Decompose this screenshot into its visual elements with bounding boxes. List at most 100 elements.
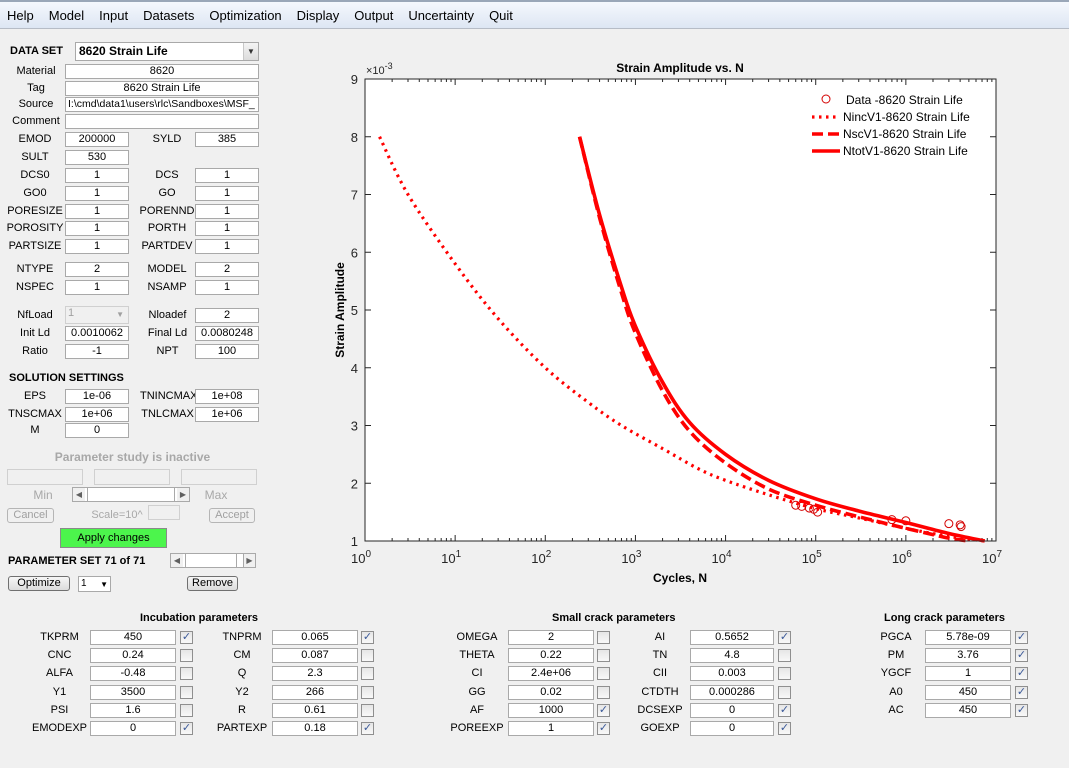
inc-check-cnc[interactable] [180, 649, 193, 662]
small-crack-title: Small crack parameters [552, 612, 676, 624]
y-tick-label: 7 [351, 188, 358, 203]
sc-field-gg[interactable]: 0.02 [508, 685, 594, 700]
y-tick-label: 3 [351, 419, 358, 434]
lc-label-ac: AC [888, 704, 904, 716]
inc-check-tkprm[interactable]: ✓ [180, 631, 193, 644]
inc-label-emodexp: EMODEXP [32, 722, 88, 734]
sc-check-theta[interactable] [597, 649, 610, 662]
sc-field-cii[interactable]: 0.003 [690, 666, 774, 681]
inc-label-cm: CM [233, 649, 251, 661]
lc-field-a0[interactable]: 450 [925, 685, 1011, 700]
inc-label-y2: Y2 [235, 686, 249, 698]
inc-field-alfa[interactable]: -0.48 [90, 666, 176, 681]
sc-check-ci[interactable] [597, 667, 610, 680]
sc-field-dcsexp[interactable]: 0 [690, 703, 774, 718]
sc-field-omega[interactable]: 2 [508, 630, 594, 645]
inc-label-tkprm: TKPRM [40, 631, 79, 643]
sc-check-poreexp[interactable]: ✓ [597, 722, 610, 735]
lc-field-pm[interactable]: 3.76 [925, 648, 1011, 663]
y-tick-label: 1 [351, 534, 358, 549]
inc-check-r[interactable] [361, 704, 374, 717]
inc-check-y2[interactable] [361, 686, 374, 699]
y-tick-label: 2 [351, 476, 358, 491]
lc-label-ygcf: YGCF [880, 667, 912, 679]
inc-field-partexp[interactable]: 0.18 [272, 721, 358, 736]
sc-field-af[interactable]: 1000 [508, 703, 594, 718]
inc-label-alfa: ALFA [46, 667, 73, 679]
x-tick-label: 104 [712, 549, 732, 566]
inc-field-y2[interactable]: 266 [272, 685, 358, 700]
inc-check-q[interactable] [361, 667, 374, 680]
sc-field-tn[interactable]: 4.8 [690, 648, 774, 663]
y-multiplier: ×10-3 [366, 61, 393, 77]
lc-label-a0: A0 [889, 686, 903, 698]
sc-check-tn[interactable] [778, 649, 791, 662]
sc-check-ctdth[interactable] [778, 686, 791, 699]
sc-check-dcsexp[interactable]: ✓ [778, 704, 791, 717]
inc-field-q[interactable]: 2.3 [272, 666, 358, 681]
inc-field-emodexp[interactable]: 0 [90, 721, 176, 736]
incubation-title: Incubation parameters [140, 612, 258, 624]
legend-label: NtotV1-8620 Strain Life [843, 144, 968, 158]
sc-label-poreexp: POREEXP [450, 722, 504, 734]
sc-check-gg[interactable] [597, 686, 610, 699]
x-tick-label: 100 [351, 549, 371, 566]
x-tick-label: 107 [982, 549, 1002, 566]
sc-check-ai[interactable]: ✓ [778, 631, 791, 644]
x-tick-label: 105 [802, 549, 822, 566]
inc-label-y1: Y1 [52, 686, 67, 698]
lc-field-ac[interactable]: 450 [925, 703, 1011, 718]
sc-field-theta[interactable]: 0.22 [508, 648, 594, 663]
sc-label-ci: CI [471, 667, 483, 679]
sc-label-ctdth: CTDTH [641, 686, 679, 698]
inc-check-y1[interactable] [180, 686, 193, 699]
inc-label-tnprm: TNPRM [222, 631, 262, 643]
sc-check-goexp[interactable]: ✓ [778, 722, 791, 735]
lc-check-pm[interactable]: ✓ [1015, 649, 1028, 662]
sc-check-cii[interactable] [778, 667, 791, 680]
inc-check-psi[interactable] [180, 704, 193, 717]
inc-field-y1[interactable]: 3500 [90, 685, 176, 700]
sc-check-af[interactable]: ✓ [597, 704, 610, 717]
inc-field-cnc[interactable]: 0.24 [90, 648, 176, 663]
y-tick-label: 4 [351, 361, 358, 376]
lc-field-pgca[interactable]: 5.78e-09 [925, 630, 1011, 645]
lc-check-ygcf[interactable]: ✓ [1015, 667, 1028, 680]
inc-field-psi[interactable]: 1.6 [90, 703, 176, 718]
lc-field-ygcf[interactable]: 1 [925, 666, 1011, 681]
lc-check-pgca[interactable]: ✓ [1015, 631, 1028, 644]
inc-check-emodexp[interactable]: ✓ [180, 722, 193, 735]
inc-field-tkprm[interactable]: 450 [90, 630, 176, 645]
long-crack-title: Long crack parameters [884, 612, 1006, 624]
inc-label-r: R [238, 704, 246, 716]
inc-label-partexp: PARTEXP [216, 722, 268, 734]
y-tick-label: 6 [351, 245, 358, 260]
sc-label-ai: AI [654, 631, 666, 643]
sc-field-ctdth[interactable]: 0.000286 [690, 685, 774, 700]
inc-check-partexp[interactable]: ✓ [361, 722, 374, 735]
inc-field-tnprm[interactable]: 0.065 [272, 630, 358, 645]
sc-label-cii: CII [652, 667, 668, 679]
x-tick-label: 106 [892, 549, 912, 566]
inc-check-cm[interactable] [361, 649, 374, 662]
y-axis-label: Strain Amplitude [333, 262, 347, 358]
x-axis-label: Cycles, N [653, 571, 707, 585]
sc-field-goexp[interactable]: 0 [690, 721, 774, 736]
y-tick-label: 5 [351, 303, 358, 318]
x-tick-label: 102 [531, 549, 551, 566]
inc-check-tnprm[interactable]: ✓ [361, 631, 374, 644]
sc-label-goexp: GOEXP [640, 722, 680, 734]
inc-field-r[interactable]: 0.61 [272, 703, 358, 718]
sc-field-poreexp[interactable]: 1 [508, 721, 594, 736]
sc-label-omega: OMEGA [456, 631, 498, 643]
sc-check-omega[interactable] [597, 631, 610, 644]
sc-field-ci[interactable]: 2.4e+06 [508, 666, 594, 681]
inc-field-cm[interactable]: 0.087 [272, 648, 358, 663]
sc-label-theta: THETA [459, 649, 495, 661]
inc-check-alfa[interactable] [180, 667, 193, 680]
sc-field-ai[interactable]: 0.5652 [690, 630, 774, 645]
lc-check-ac[interactable]: ✓ [1015, 704, 1028, 717]
lc-check-a0[interactable]: ✓ [1015, 686, 1028, 699]
lc-label-pm: PM [887, 649, 905, 661]
x-tick-label: 103 [621, 549, 641, 566]
